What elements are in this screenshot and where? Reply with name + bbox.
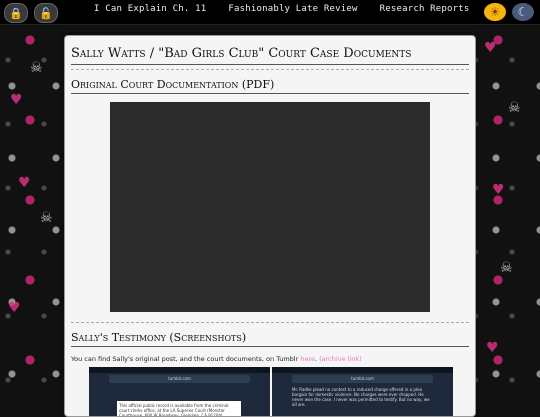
heart-icon: ♥ xyxy=(492,182,505,198)
browser-url: tumblr.com xyxy=(292,375,433,383)
skull-icon: ☠ xyxy=(30,60,43,76)
screenshot-text: This official public record is available… xyxy=(117,401,241,416)
article-page: Sally Watts / "Bad Girls Club" Court Cas… xyxy=(64,35,476,417)
tumblr-here-link[interactable]: here xyxy=(300,355,315,363)
skull-icon: ☠ xyxy=(508,100,521,116)
section-heading-testimony: Sally's Testimony (Screenshots) xyxy=(71,331,469,347)
testimony-screenshot[interactable]: tumblr.com Mr. Radke plead no contest to… xyxy=(272,367,453,416)
screenshot-gallery: tumblr.com This official public record i… xyxy=(89,367,469,416)
testimony-screenshot[interactable]: tumblr.com This official public record i… xyxy=(89,367,270,416)
nav-item-research-reports[interactable]: Research Reports xyxy=(380,4,470,14)
skull-icon: ☠ xyxy=(40,210,53,226)
section-heading-court-documentation: Original Court Documentation (PDF) xyxy=(71,78,469,94)
sun-icon[interactable]: ☀ xyxy=(484,3,506,21)
unlock-icon[interactable]: 🔓 xyxy=(34,3,58,23)
heart-icon: ♥ xyxy=(10,92,23,108)
heart-icon: ♥ xyxy=(8,300,21,316)
source-note-text: You can find Sally's original post, and … xyxy=(71,355,301,363)
phone-status-bar xyxy=(89,367,270,373)
browser-url: tumblr.com xyxy=(109,375,250,383)
divider xyxy=(71,322,469,323)
screenshot-text: Mr. Radke plead no contest to a reduced … xyxy=(292,387,430,407)
divider xyxy=(71,69,469,70)
heart-icon: ♥ xyxy=(486,340,499,356)
archive-link[interactable]: (archive link) xyxy=(319,355,362,363)
phone-status-bar xyxy=(272,367,453,373)
main-nav: I Can Explain Ch. 11 Fashionably Late Re… xyxy=(94,4,470,14)
skull-icon: ☠ xyxy=(500,260,513,276)
page-title: Sally Watts / "Bad Girls Club" Court Cas… xyxy=(71,46,469,65)
heart-icon: ♥ xyxy=(18,175,31,191)
lock-icon[interactable]: 🔒 xyxy=(4,3,28,23)
nav-item-i-can-explain[interactable]: I Can Explain Ch. 11 xyxy=(94,4,206,14)
source-note: You can find Sally's original post, and … xyxy=(71,355,469,363)
nav-item-fashionably-late[interactable]: Fashionably Late Review xyxy=(228,4,357,14)
top-navigation-bar: 🔒 🔓 I Can Explain Ch. 11 Fashionably Lat… xyxy=(0,0,540,25)
moon-icon[interactable]: ☾ xyxy=(512,3,534,21)
pdf-viewer[interactable] xyxy=(110,102,430,312)
heart-icon: ♥ xyxy=(484,40,497,56)
